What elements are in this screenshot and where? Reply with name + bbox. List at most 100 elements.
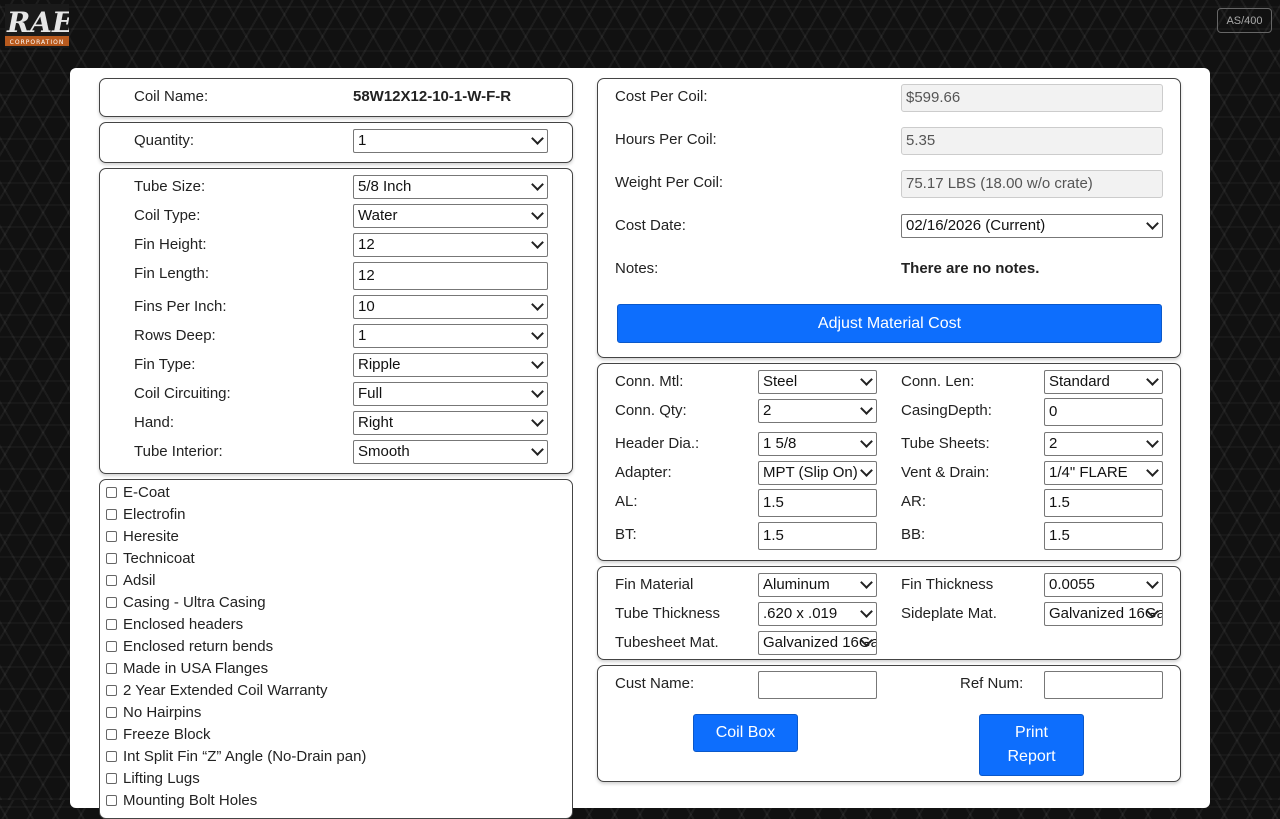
option-row[interactable]: Made in USA Flanges (106, 657, 268, 679)
checkbox[interactable] (106, 552, 117, 564)
print-report-line1: Print (1015, 724, 1048, 741)
print-report-button[interactable]: Print Report (979, 714, 1084, 776)
option-row[interactable]: Casing - Ultra Casing (106, 591, 266, 613)
cust-name-input[interactable] (758, 671, 877, 699)
tube-interior-label: Tube Interior: (134, 443, 223, 460)
conn-qty-select[interactable]: 2 (758, 399, 877, 423)
ref-num-input[interactable] (1044, 671, 1163, 699)
option-row[interactable]: Mounting Bolt Holes (106, 789, 257, 811)
bt-input[interactable]: 1.5 (758, 522, 877, 550)
option-row[interactable]: Adsil (106, 569, 156, 591)
option-label: Electrofin (123, 505, 186, 523)
checkbox[interactable] (106, 684, 117, 696)
tube-sheets-select[interactable]: 2 (1044, 432, 1163, 456)
option-row[interactable]: Heresite (106, 525, 179, 547)
fin-height-label: Fin Height: (134, 236, 207, 253)
svg-text:RAE: RAE (6, 6, 69, 39)
fins-per-inch-label: Fins Per Inch: (134, 298, 227, 315)
conn-len-select[interactable]: Standard (1044, 370, 1163, 394)
fin-length-label: Fin Length: (134, 265, 210, 282)
cost-per-coil-label: Cost Per Coil: (615, 88, 708, 105)
checkbox[interactable] (106, 794, 117, 806)
tube-size-select[interactable]: 5/8 Inch (353, 175, 548, 199)
option-label: Casing - Ultra Casing (123, 593, 266, 611)
coil-type-label: Coil Type: (134, 207, 201, 224)
fin-length-input[interactable]: 12 (353, 262, 548, 290)
checkbox[interactable] (106, 772, 117, 784)
notes-label: Notes: (615, 260, 659, 277)
option-row[interactable]: Freeze Block (106, 723, 211, 745)
bb-input[interactable]: 1.5 (1044, 522, 1163, 550)
option-row[interactable]: Electrofin (106, 503, 186, 525)
tubesheet-mat-select[interactable]: Galvanized 16Ga (758, 631, 877, 655)
quantity-select[interactable]: 1 (353, 129, 548, 153)
checkbox[interactable] (106, 750, 117, 762)
coil-type-select[interactable]: Water (353, 204, 548, 228)
option-row[interactable]: Enclosed headers (106, 613, 243, 635)
option-row[interactable]: Enclosed return bends (106, 635, 273, 657)
fin-type-select[interactable]: Ripple (353, 353, 548, 377)
ar-label: AR: (901, 493, 927, 510)
option-row[interactable]: Lifting Lugs (106, 767, 200, 789)
tube-interior-select[interactable]: Smooth (353, 440, 548, 464)
option-row[interactable]: No Hairpins (106, 701, 201, 723)
fin-material-select[interactable]: Aluminum (758, 573, 877, 597)
option-label: Int Split Fin “Z” Angle (No-Drain pan) (123, 747, 367, 765)
print-report-line2: Report (1007, 748, 1056, 765)
checkbox[interactable] (106, 640, 117, 652)
option-label: 2 Year Extended Coil Warranty (123, 681, 328, 699)
cost-box: Cost Per Coil: $599.66 Hours Per Coil: 5… (597, 78, 1181, 358)
coil-name-box: Coil Name: 58W12X12-10-1-W-F-R (99, 78, 573, 117)
checkbox[interactable] (106, 530, 117, 542)
al-label: AL: (615, 493, 638, 510)
tube-thickness-select[interactable]: .620 x .019 (758, 602, 877, 626)
as400-button[interactable]: AS/400 (1217, 8, 1272, 33)
casing-depth-input[interactable]: 0 (1044, 398, 1163, 426)
ar-input[interactable]: 1.5 (1044, 489, 1163, 517)
ref-num-label: Ref Num: (960, 675, 1024, 692)
checkbox[interactable] (106, 596, 117, 608)
quantity-label: Quantity: (134, 132, 195, 149)
fin-type-label: Fin Type: (134, 356, 196, 373)
fin-height-select[interactable]: 12 (353, 233, 548, 257)
header-dia-select[interactable]: 1 5/8 (758, 432, 877, 456)
al-input[interactable]: 1.5 (758, 489, 877, 517)
option-row[interactable]: Technicoat (106, 547, 195, 569)
coil-box-button[interactable]: Coil Box (693, 714, 798, 752)
checkbox[interactable] (106, 706, 117, 718)
cost-per-coil-field: $599.66 (901, 84, 1163, 112)
vent-drain-label: Vent & Drain: (901, 464, 990, 481)
adapter-label: Adapter: (615, 464, 672, 481)
adapter-select[interactable]: MPT (Slip On) (758, 461, 877, 485)
checkbox[interactable] (106, 728, 117, 740)
conn-mtl-select[interactable]: Steel (758, 370, 877, 394)
option-label: Enclosed headers (123, 615, 244, 633)
checkbox[interactable] (106, 618, 117, 630)
option-row[interactable]: 2 Year Extended Coil Warranty (106, 679, 328, 701)
option-label: Enclosed return bends (123, 637, 274, 655)
hand-label: Hand: (134, 414, 175, 431)
vent-drain-select[interactable]: 1/4" FLARE (1044, 461, 1163, 485)
fin-material-label: Fin Material (615, 576, 694, 593)
svg-text:CORPORATION: CORPORATION (10, 39, 65, 46)
option-label: Mounting Bolt Holes (123, 791, 258, 809)
option-row[interactable]: E-Coat (106, 481, 170, 503)
checkbox[interactable] (106, 486, 117, 498)
fins-per-inch-select[interactable]: 10 (353, 295, 548, 319)
rows-deep-select[interactable]: 1 (353, 324, 548, 348)
sideplate-mat-select[interactable]: Galvanized 16Ga (1044, 602, 1163, 626)
notes-value: There are no notes. (901, 260, 1040, 277)
report-box: Cust Name: Ref Num: Coil Box Print Repor… (597, 665, 1181, 782)
fin-thickness-select[interactable]: 0.0055 (1044, 573, 1163, 597)
checkbox[interactable] (106, 508, 117, 520)
option-row[interactable]: Int Split Fin “Z” Angle (No-Drain pan) (106, 745, 366, 767)
rae-logo: RAE CORPORATION (5, 4, 69, 48)
adjust-material-cost-button[interactable]: Adjust Material Cost (617, 304, 1162, 343)
coil-circuiting-select[interactable]: Full (353, 382, 548, 406)
hand-select[interactable]: Right (353, 411, 548, 435)
cost-date-select[interactable]: 02/16/2026 (Current) (901, 214, 1163, 238)
rows-deep-label: Rows Deep: (134, 327, 216, 344)
checkbox[interactable] (106, 574, 117, 586)
hours-per-coil-label: Hours Per Coil: (615, 131, 717, 148)
checkbox[interactable] (106, 662, 117, 674)
